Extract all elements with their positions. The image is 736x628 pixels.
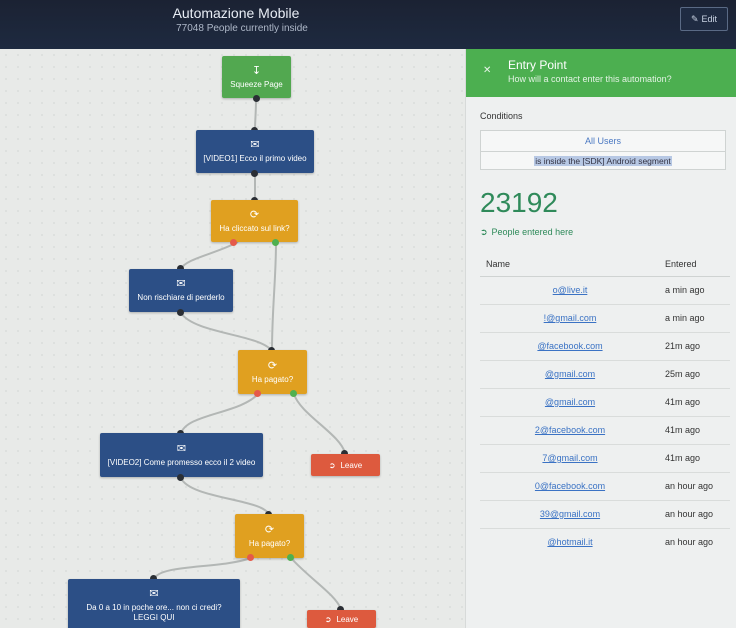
conditions-label: Conditions <box>480 111 523 121</box>
pagato1-label: Ha pagato? <box>251 374 294 384</box>
video1-email-node[interactable]: ✉ [VIDEO1] Ecco il primo video <box>196 130 314 173</box>
video2-label: [VIDEO2] Come promesso ecco il 2 video <box>107 457 256 467</box>
envelope-icon: ✉ <box>176 278 186 290</box>
pagato2-no-port[interactable] <box>247 554 254 561</box>
contacts-table-header: Name Entered <box>480 252 730 277</box>
contact-email-link[interactable]: o@live.it <box>480 285 660 295</box>
exit-icon: ➲ <box>328 460 336 470</box>
edit-button[interactable]: ✎ Edit <box>680 7 728 31</box>
conditions-box: All Users is inside the [SDK] Android se… <box>480 130 726 170</box>
video1-label: [VIDEO1] Ecco il primo video <box>203 154 307 163</box>
contact-email-link[interactable]: @facebook.com <box>480 341 660 351</box>
audience-all-users[interactable]: All Users <box>481 131 725 152</box>
contact-email-link[interactable]: 39@gmail.com <box>480 509 660 519</box>
leave2-label: Leave <box>336 614 359 624</box>
exit-icon: ➲ <box>324 614 332 624</box>
table-row: 0@facebook.com an hour ago <box>480 473 730 501</box>
entered-time: a min ago <box>665 313 705 323</box>
entered-time: an hour ago <box>665 537 714 547</box>
table-row: @hotmail.it an hour ago <box>480 529 730 556</box>
cond1-label: Ha cliccato sul link? <box>219 223 290 233</box>
da0a10-email-node[interactable]: ✉ Da 0 a 10 in poche ore... non ci credi… <box>68 579 240 628</box>
paid-condition-node-2[interactable]: ⟳ Ha pagato? <box>235 514 304 558</box>
table-row: 2@facebook.com 41m ago <box>480 417 730 445</box>
contact-email-link[interactable]: 7@gmail.com <box>480 453 660 463</box>
da0a10-label-line2: LEGGI QUI <box>133 612 175 622</box>
close-icon[interactable]: ✕ <box>483 65 491 76</box>
video2-email-node[interactable]: ✉ [VIDEO2] Come promesso ecco il 2 video <box>100 433 263 477</box>
contact-email-link[interactable]: @hotmail.it <box>480 537 660 547</box>
segment-rule[interactable]: is inside the [SDK] Android segment <box>481 152 725 171</box>
entry-point-subtitle: How will a contact enter this automation… <box>508 74 672 84</box>
contact-email-link[interactable]: !@gmail.com <box>480 313 660 323</box>
clicked-link-condition-node[interactable]: ⟳ Ha cliccato sul link? <box>211 200 298 242</box>
fork-arrow-icon: ⟳ <box>264 523 275 536</box>
envelope-icon: ✉ <box>176 442 187 455</box>
contacts-table: o@live.it a min ago !@gmail.com a min ago … <box>480 277 730 556</box>
pagato1-no-port[interactable] <box>254 390 261 397</box>
table-row: @gmail.com 41m ago <box>480 389 730 417</box>
pagato1-yes-port[interactable] <box>290 390 297 397</box>
entered-time: an hour ago <box>665 509 714 519</box>
entry-point-panel: ✕ Entry Point How will a contact enter t… <box>465 49 736 628</box>
cond1-yes-port[interactable] <box>272 239 279 246</box>
entered-time: an hour ago <box>665 481 714 491</box>
table-row: !@gmail.com a min ago <box>480 305 730 333</box>
table-row: @facebook.com 21m ago <box>480 333 730 361</box>
leave-node-1[interactable]: ➲ Leave <box>311 454 380 476</box>
entered-time: 41m ago <box>665 453 701 463</box>
pagato2-label: Ha pagato? <box>248 538 291 548</box>
squeeze-page-label: Squeeze Page <box>230 79 283 89</box>
download-box-icon: ↧ <box>251 64 262 77</box>
people-entered-label: People entered here <box>491 227 574 237</box>
nonrischiare-label: Non rischiare di perderlo <box>137 293 225 302</box>
table-row: o@live.it a min ago <box>480 277 730 305</box>
entry-point-header: ✕ Entry Point How will a contact enter t… <box>466 49 736 97</box>
people-entered-caption: ➲ People entered here <box>480 227 573 238</box>
entered-time: 41m ago <box>665 425 701 435</box>
video1-output-port[interactable] <box>251 170 258 177</box>
contact-email-link[interactable]: 2@facebook.com <box>480 425 660 435</box>
entered-time: a min ago <box>665 285 705 295</box>
pencil-icon: ✎ <box>690 13 699 24</box>
contact-email-link[interactable]: 0@facebook.com <box>480 481 660 491</box>
leave-node-2[interactable]: ➲ Leave <box>307 610 376 628</box>
contact-email-link[interactable]: @gmail.com <box>480 369 660 379</box>
squeeze-page-node[interactable]: ↧ Squeeze Page <box>222 56 291 98</box>
contact-email-link[interactable]: @gmail.com <box>480 397 660 407</box>
fork-arrow-icon: ⟳ <box>267 359 278 372</box>
column-entered: Entered <box>665 259 697 269</box>
envelope-icon: ✉ <box>149 587 159 600</box>
top-bar: Automazione Mobile 77048 People currentl… <box>0 0 736 49</box>
edit-button-label: Edit <box>701 14 718 24</box>
entered-time: 25m ago <box>665 369 701 379</box>
nonrischiare-email-node[interactable]: ✉ Non rischiare di perderlo <box>129 269 233 312</box>
entered-time: 41m ago <box>665 397 701 407</box>
table-row: @gmail.com 25m ago <box>480 361 730 389</box>
squeeze-page-output-port[interactable] <box>253 95 260 102</box>
cond1-no-port[interactable] <box>230 239 237 246</box>
people-inside-count: 77048 People currently inside <box>176 23 308 34</box>
entered-time: 21m ago <box>665 341 701 351</box>
paid-condition-node-1[interactable]: ⟳ Ha pagato? <box>238 350 307 394</box>
nonrischiare-output-port[interactable] <box>177 309 184 316</box>
fork-arrow-icon: ⟳ <box>249 208 260 221</box>
column-name: Name <box>486 259 511 269</box>
envelope-icon: ✉ <box>250 139 260 151</box>
video2-output-port[interactable] <box>177 474 184 481</box>
table-row: 7@gmail.com 41m ago <box>480 445 730 473</box>
entry-point-title: Entry Point <box>508 58 567 72</box>
leave1-label: Leave <box>340 460 363 470</box>
pagato2-yes-port[interactable] <box>287 554 294 561</box>
segment-rule-text: is inside the [SDK] Android segment <box>534 156 672 166</box>
automation-title: Automazione Mobile <box>172 5 300 21</box>
da0a10-label-line1: Da 0 a 10 in poche ore... non ci credi? <box>86 602 222 612</box>
table-row: 39@gmail.com an hour ago <box>480 501 730 529</box>
workflow-canvas[interactable]: ↧ Squeeze Page ✉ [VIDEO1] Ecco il primo … <box>0 49 465 628</box>
running-person-icon: ➲ <box>480 227 488 237</box>
entered-count: 23192 <box>480 187 558 218</box>
